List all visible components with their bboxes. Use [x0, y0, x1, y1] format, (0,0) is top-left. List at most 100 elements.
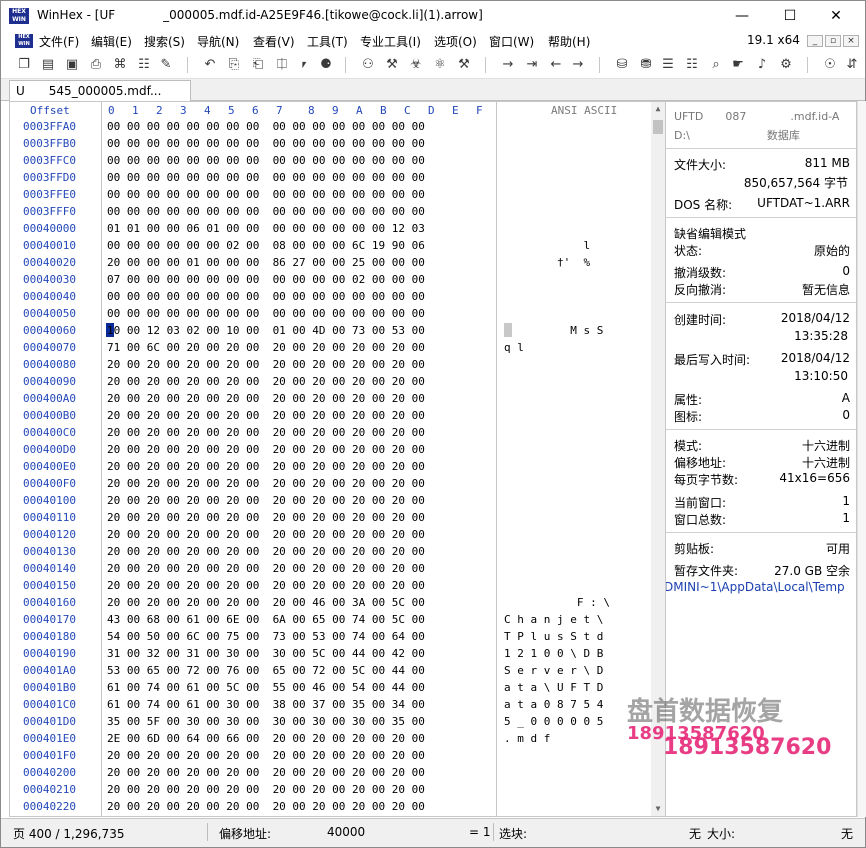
- row-ansi[interactable]: l: [504, 239, 590, 252]
- row-ansi[interactable]: †' %: [504, 256, 590, 269]
- hex-row[interactable]: 00040200 20 00 20 00 20 00 20 00 20 00 20…: [10, 765, 650, 782]
- row-bytes[interactable]: 00 00 00 00 00 00 00 00 00 00 00 00 00 0…: [107, 137, 425, 150]
- row-bytes[interactable]: 00 00 00 00 00 00 00 00 00 00 00 00 00 0…: [107, 307, 425, 320]
- row-ansi[interactable]: C h a n j e t \: [504, 613, 603, 626]
- hex-row[interactable]: 00040090 20 00 20 00 20 00 20 00 20 00 20…: [10, 374, 650, 391]
- row-bytes[interactable]: 71 00 6C 00 20 00 20 00 20 00 20 00 20 0…: [107, 341, 425, 354]
- open-folder-icon[interactable]: ▤: [39, 56, 57, 74]
- print-icon[interactable]: ⎙: [87, 56, 105, 74]
- row-bytes[interactable]: 53 00 65 00 72 00 76 00 65 00 72 00 5C 0…: [107, 664, 425, 677]
- hex-row[interactable]: 000400F0 20 00 20 00 20 00 20 00 20 00 20…: [10, 476, 650, 493]
- row-bytes[interactable]: 20 00 20 00 20 00 20 00 20 00 20 00 20 0…: [107, 800, 425, 813]
- row-bytes[interactable]: 61 00 74 00 61 00 30 00 38 00 37 00 35 0…: [107, 698, 425, 711]
- scroll-thumb[interactable]: [653, 120, 663, 134]
- doc-restore-button[interactable]: ▫: [825, 35, 841, 47]
- hex-row[interactable]: 00040070 71 00 6C 00 20 00 20 00 20 00 20…: [10, 340, 650, 357]
- settings-icon[interactable]: ⚙: [777, 56, 795, 74]
- hex-row[interactable]: 00040130 20 00 20 00 20 00 20 00 20 00 20…: [10, 544, 650, 561]
- row-ansi[interactable]: a t a \ U F T D: [504, 681, 603, 694]
- menu-logo-icon[interactable]: HEX WIN: [15, 34, 33, 48]
- row-ansi[interactable]: 1 2 1 0 0 \ D B: [504, 647, 603, 660]
- hex-row[interactable]: 000401D0 35 00 5F 00 30 00 30 00 30 00 30…: [10, 714, 650, 731]
- row-bytes[interactable]: 00 00 00 00 00 00 00 00 00 00 00 00 00 0…: [107, 120, 425, 133]
- hex-row[interactable]: 00040180 54 00 50 00 6C 00 75 00 73 00 53…: [10, 629, 650, 646]
- hex-row[interactable]: 0003FFC0 00 00 00 00 00 00 00 00 00 00 00…: [10, 153, 650, 170]
- hex-row[interactable]: 000400E0 20 00 20 00 20 00 20 00 20 00 20…: [10, 459, 650, 476]
- maximize-button[interactable]: ☐: [767, 1, 813, 31]
- new-file-icon[interactable]: ❐: [15, 56, 33, 74]
- hex-row[interactable]: 00040110 20 00 20 00 20 00 20 00 20 00 20…: [10, 510, 650, 527]
- hex-row[interactable]: 000400D0 20 00 20 00 20 00 20 00 20 00 20…: [10, 442, 650, 459]
- paste-icon[interactable]: ⎗: [249, 56, 267, 74]
- row-ansi[interactable]: a t a 0 8 7 5 4: [504, 698, 603, 711]
- menu-help[interactable]: 帮助(H): [548, 33, 590, 50]
- row-bytes[interactable]: 54 00 50 00 6C 00 75 00 73 00 53 00 74 0…: [107, 630, 425, 643]
- row-bytes[interactable]: 00 00 00 00 00 00 00 00 00 00 00 00 00 0…: [107, 171, 425, 184]
- row-bytes[interactable]: 20 00 20 00 20 00 20 00 20 00 20 00 20 0…: [107, 443, 425, 456]
- paste-new-icon[interactable]: ⎅: [273, 56, 291, 74]
- calculator-icon[interactable]: ☷: [683, 56, 701, 74]
- row-bytes[interactable]: 61 00 74 00 61 00 5C 00 55 00 46 00 54 0…: [107, 681, 425, 694]
- row-bytes[interactable]: 00 00 00 00 00 00 00 00 00 00 00 00 00 0…: [107, 205, 425, 218]
- menu-view[interactable]: 查看(V): [253, 33, 295, 50]
- forward-icon[interactable]: →: [569, 56, 587, 74]
- hex-row[interactable]: 00040040 00 00 00 00 00 00 00 00 00 00 00…: [10, 289, 650, 306]
- hand-icon[interactable]: ☛: [729, 56, 747, 74]
- menu-navigate[interactable]: 导航(N): [197, 33, 239, 50]
- hex-row[interactable]: 00040140 20 00 20 00 20 00 20 00 20 00 20…: [10, 561, 650, 578]
- find-hex2-icon[interactable]: ⚒: [455, 56, 473, 74]
- row-bytes[interactable]: 20 00 20 00 20 00 20 00 20 00 20 00 20 0…: [107, 409, 425, 422]
- menu-search[interactable]: 搜索(S): [144, 33, 185, 50]
- hex-row[interactable]: 00040190 31 00 32 00 31 00 30 00 30 00 5C…: [10, 646, 650, 663]
- tab-file[interactable]: U 545_000005.mdf...: [9, 80, 191, 101]
- hex-row[interactable]: 000401F0 20 00 20 00 20 00 20 00 20 00 20…: [10, 748, 650, 765]
- menu-window[interactable]: 窗口(W): [489, 33, 534, 50]
- hex-row[interactable]: 000401C0 61 00 74 00 61 00 30 00 38 00 37…: [10, 697, 650, 714]
- row-ansi[interactable]: S e r v e r \ D: [504, 664, 603, 677]
- hex-row[interactable]: 00040170 43 00 68 00 61 00 6E 00 6A 00 65…: [10, 612, 650, 629]
- row-ansi[interactable]: T P l u s S t d: [504, 630, 603, 643]
- edit-icon[interactable]: ✎: [157, 56, 175, 74]
- row-bytes[interactable]: 20 00 20 00 20 00 20 00 20 00 20 00 20 0…: [107, 426, 425, 439]
- row-bytes[interactable]: 20 00 20 00 20 00 20 00 20 00 46 00 3A 0…: [107, 596, 425, 609]
- menu-tools[interactable]: 工具(T): [307, 33, 348, 50]
- row-bytes[interactable]: 01 01 00 00 06 01 00 00 00 00 00 00 00 0…: [107, 222, 425, 235]
- doc-minimize-button[interactable]: _: [807, 35, 823, 47]
- hex-row[interactable]: 00040050 00 00 00 00 00 00 00 00 00 00 00…: [10, 306, 650, 323]
- hex-row[interactable]: 00040120 20 00 20 00 20 00 20 00 20 00 20…: [10, 527, 650, 544]
- doc-close-button[interactable]: ×: [843, 35, 859, 47]
- hex-row[interactable]: 00040150 20 00 20 00 20 00 20 00 20 00 20…: [10, 578, 650, 595]
- hex-row[interactable]: 00040080 20 00 20 00 20 00 20 00 20 00 20…: [10, 357, 650, 374]
- hex-row[interactable]: 0003FFD0 00 00 00 00 00 00 00 00 00 00 00…: [10, 170, 650, 187]
- replace-text-icon[interactable]: ☣: [407, 56, 425, 74]
- row-bytes[interactable]: 20 00 20 00 20 00 20 00 20 00 20 00 20 0…: [107, 477, 425, 490]
- row-bytes[interactable]: 20 00 20 00 20 00 20 00 20 00 20 00 20 0…: [107, 562, 425, 575]
- vertical-scrollbar[interactable]: ▲ ▼: [651, 102, 665, 816]
- row-ansi[interactable]: F : \: [504, 596, 610, 609]
- row-bytes[interactable]: 00 00 00 00 00 00 00 00 00 00 00 00 00 0…: [107, 290, 425, 303]
- hex-row[interactable]: 0003FFA0 00 00 00 00 00 00 00 00 00 00 00…: [10, 119, 650, 136]
- row-bytes[interactable]: 20 00 20 00 20 00 20 00 20 00 20 00 20 0…: [107, 460, 425, 473]
- row-bytes[interactable]: 20 00 20 00 20 00 20 00 20 00 20 00 20 0…: [107, 358, 425, 371]
- row-ansi[interactable]: q l: [504, 341, 524, 354]
- hex-editor[interactable]: Offset 0 1 2 3 4 5 6 7 8 9 A B C D E F ANSI ASCII 0003F…: [9, 101, 665, 817]
- row-bytes[interactable]: 00 00 00 00 00 00 00 00 00 00 00 00 00 0…: [107, 188, 425, 201]
- goto-offset-icon[interactable]: ⇥: [523, 56, 541, 74]
- hex-row[interactable]: 000401A0 53 00 65 00 72 00 76 00 65 00 72…: [10, 663, 650, 680]
- sound-icon[interactable]: ♪: [753, 56, 771, 74]
- outer-scrollbar[interactable]: [857, 101, 866, 817]
- goto-icon[interactable]: →: [499, 56, 517, 74]
- row-bytes[interactable]: 10 00 12 03 02 00 10 00 01 00 4D 00 73 0…: [107, 324, 425, 337]
- row-bytes[interactable]: 00 00 00 00 00 00 02 00 08 00 00 00 6C 1…: [107, 239, 425, 252]
- scroll-down-arrow-icon[interactable]: ▼: [651, 802, 665, 816]
- hex-row[interactable]: 00040210 20 00 20 00 20 00 20 00 20 00 20…: [10, 782, 650, 799]
- back-icon[interactable]: ←: [547, 56, 565, 74]
- extra-icon[interactable]: ⇵: [843, 56, 861, 74]
- row-bytes[interactable]: 20 00 00 00 01 00 00 00 86 27 00 00 25 0…: [107, 256, 425, 269]
- menu-options[interactable]: 选项(O): [434, 33, 477, 50]
- undo-icon[interactable]: ↶: [201, 56, 219, 74]
- row-bytes[interactable]: 20 00 20 00 20 00 20 00 20 00 20 00 20 0…: [107, 528, 425, 541]
- row-bytes[interactable]: 07 00 00 00 00 00 00 00 00 00 00 00 02 0…: [107, 273, 425, 286]
- hex-row[interactable]: 00040000 01 01 00 00 06 01 00 00 00 00 00…: [10, 221, 650, 238]
- hex-row[interactable]: 00040010 00 00 00 00 00 00 02 00 08 00 00…: [10, 238, 650, 255]
